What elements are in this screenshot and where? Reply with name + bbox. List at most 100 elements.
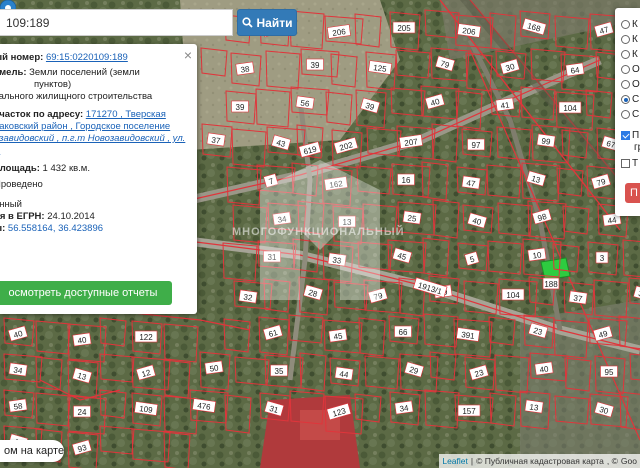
parcel-label: 34 bbox=[8, 362, 28, 377]
layer-option-label: К bbox=[632, 49, 638, 60]
layer-option-label: С bbox=[632, 94, 640, 105]
checkbox-1[interactable] bbox=[621, 131, 630, 140]
parcel-number: 391 bbox=[461, 330, 476, 341]
layer-switcher: КККООСС П гр Т П bbox=[615, 8, 640, 216]
address-line2[interactable]: наковский район , Городское поселение bbox=[0, 121, 170, 132]
cad-number-link[interactable]: 69:15:0220109:189 bbox=[46, 52, 128, 63]
parcel-number: 44 bbox=[607, 215, 618, 225]
layer-option-label: О bbox=[632, 79, 640, 90]
parcel-number: 13 bbox=[529, 402, 540, 412]
layer-option-6[interactable]: С bbox=[621, 94, 639, 105]
parcel-number: 39 bbox=[236, 103, 245, 112]
parcel-number: 95 bbox=[605, 368, 614, 377]
area-value: 1 432 кв.м. bbox=[42, 163, 90, 174]
checkbox-1-label-line2: гр bbox=[634, 142, 640, 153]
parcel-number: 37 bbox=[573, 293, 584, 303]
layer-option-label: К bbox=[632, 34, 638, 45]
parcel-label: 3 bbox=[595, 251, 609, 264]
parcel-number: 32 bbox=[243, 292, 254, 302]
parcel-number: 38 bbox=[240, 64, 251, 74]
layer-radio-5[interactable] bbox=[621, 80, 630, 89]
parcel-number: 109 bbox=[139, 404, 154, 415]
layer-option-label: С bbox=[632, 109, 640, 120]
parcel-label: 37 bbox=[206, 132, 226, 147]
layer-radio-1[interactable] bbox=[621, 20, 630, 29]
layer-option-label: О bbox=[632, 64, 640, 75]
parcel-label: 34 bbox=[394, 400, 414, 415]
parcel-number: 207 bbox=[404, 137, 419, 148]
parcel-number: 97 bbox=[472, 141, 481, 150]
leaflet-link[interactable]: Leaflet bbox=[442, 456, 468, 466]
coords-label: ы: bbox=[0, 223, 6, 234]
parcel-label: 104 bbox=[501, 288, 525, 301]
layer-option-1[interactable]: К bbox=[621, 19, 638, 30]
help-bubble[interactable]: ом на карте? bbox=[0, 440, 64, 462]
ownership-value: енный bbox=[0, 199, 22, 210]
parcel-label: 64 bbox=[565, 62, 585, 77]
parcel-number: 25 bbox=[407, 213, 418, 223]
layer-radio-4[interactable] bbox=[621, 65, 630, 74]
parcel-label: 50 bbox=[204, 360, 224, 375]
address-label: участок по адресу: bbox=[0, 109, 84, 120]
find-button[interactable]: Найти bbox=[237, 9, 297, 36]
layer-option-3[interactable]: К bbox=[621, 49, 638, 60]
parcel-label: 13 bbox=[524, 399, 544, 414]
parcel-number: 206 bbox=[332, 27, 347, 38]
parcel-number: 44 bbox=[339, 369, 350, 379]
apply-layer-button[interactable]: П bbox=[625, 183, 640, 203]
attribution-sep-1: | bbox=[470, 456, 474, 466]
parcel-label: 40 bbox=[534, 361, 554, 376]
parcel-info-body: ый номер: 69:15:0220109:189 емель: Земли… bbox=[0, 52, 189, 238]
address-line1[interactable]: 171270 , Тверская bbox=[86, 109, 166, 120]
layer-checkbox-2[interactable]: Т bbox=[621, 158, 638, 169]
attribution-source: © Публичная кадастровая карта bbox=[476, 456, 604, 466]
egrn-label: ия в ЕГРН: bbox=[0, 211, 45, 222]
parcel-number: 50 bbox=[209, 363, 220, 373]
layer-option-5[interactable]: О bbox=[621, 79, 640, 90]
parcel-label: 38 bbox=[235, 61, 255, 76]
find-button-label: Найти bbox=[256, 15, 293, 30]
survey-value: Проведено bbox=[0, 179, 43, 190]
land-category-line2: пунктов) bbox=[34, 79, 72, 90]
parcel-label: 47 bbox=[461, 175, 481, 190]
parcel-number: 122 bbox=[139, 333, 153, 342]
watermark-text: МНОГОФУНКЦИОНАЛЬНЫЙ bbox=[232, 226, 405, 238]
highlighted-parcel-label: 188 bbox=[544, 280, 558, 289]
land-use: уального жилищного строительства bbox=[0, 91, 153, 102]
parcel-info-panel: × ый номер: 69:15:0220109:189 емель: Зем… bbox=[0, 44, 197, 314]
coords-value: 56.558164, 36.423896 bbox=[7, 223, 104, 234]
attribution-sep-2: , © bbox=[606, 456, 618, 466]
parcel-number: 99 bbox=[541, 136, 552, 146]
layer-option-2[interactable]: К bbox=[621, 34, 638, 45]
parcel-label: 45 bbox=[328, 328, 348, 343]
parcel-number: 476 bbox=[197, 401, 212, 412]
parcel-number: 64 bbox=[570, 65, 581, 75]
parcel-number: 34 bbox=[399, 403, 410, 413]
layer-option-7[interactable]: С bbox=[621, 109, 639, 120]
layer-radio-2[interactable] bbox=[621, 35, 630, 44]
parcel-number: 35 bbox=[275, 367, 284, 376]
layer-option-4[interactable]: О bbox=[621, 64, 640, 75]
cad-number-label: ый номер: bbox=[0, 52, 44, 63]
search-input[interactable] bbox=[0, 10, 232, 35]
address-line3[interactable]: озавидовский , п.г.т Новозавидовский , у… bbox=[0, 133, 185, 144]
parcel-label: 10 bbox=[527, 247, 547, 262]
layer-radio-6[interactable] bbox=[621, 95, 630, 104]
parcel-label: 205 bbox=[392, 21, 416, 34]
parcel-label: 44 bbox=[334, 366, 354, 381]
checkbox-2[interactable] bbox=[621, 159, 630, 168]
parcel-number: 10 bbox=[532, 250, 543, 260]
parcel-label: 58 bbox=[8, 398, 28, 413]
parcel-number: 40 bbox=[539, 364, 550, 374]
parcel-label: 40 bbox=[72, 332, 92, 347]
view-reports-button[interactable]: осмотреть доступные отчеты bbox=[0, 281, 172, 305]
layer-radio-3[interactable] bbox=[621, 50, 630, 59]
parcel-number: 41 bbox=[500, 100, 511, 110]
parcel-label: 97 bbox=[467, 138, 485, 151]
layer-checkbox-1[interactable]: П bbox=[621, 130, 639, 141]
parcel-label: 95 bbox=[600, 365, 618, 378]
parcel-number: 39 bbox=[311, 61, 320, 70]
parcel-label: 32 bbox=[238, 289, 258, 304]
parcel-number: 58 bbox=[13, 401, 24, 411]
layer-radio-7[interactable] bbox=[621, 110, 630, 119]
